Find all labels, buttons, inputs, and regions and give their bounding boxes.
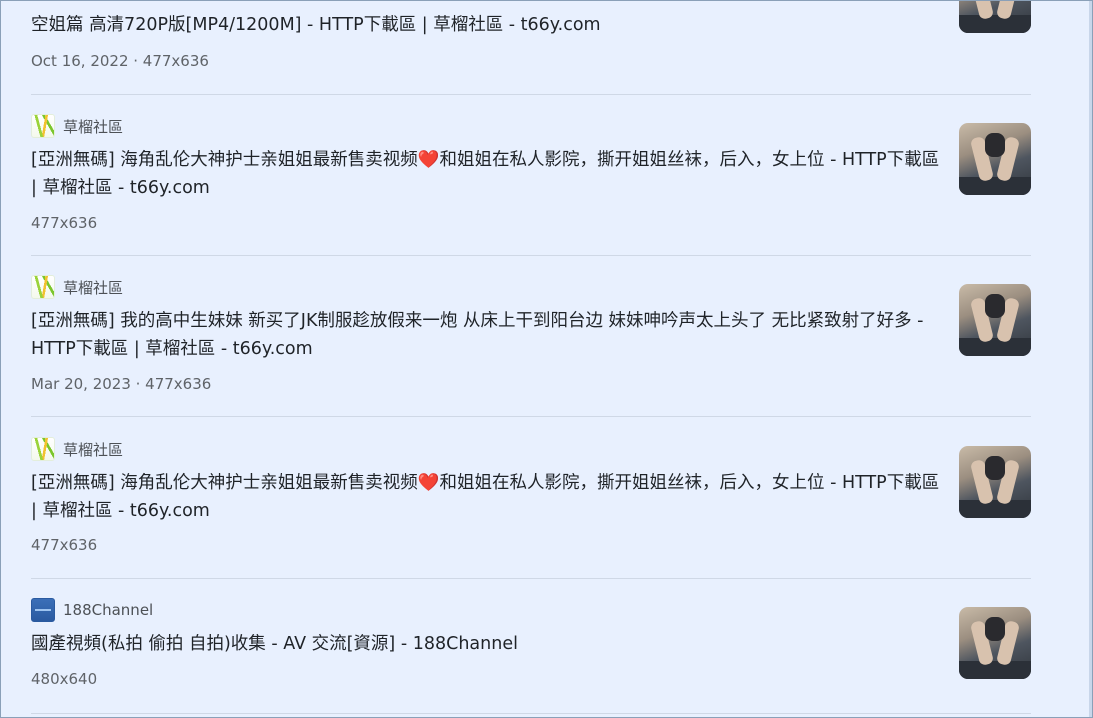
result-thumbnail[interactable] — [959, 446, 1031, 518]
result-divider — [31, 416, 1031, 417]
result-thumbnail[interactable] — [959, 1, 1031, 33]
result-title[interactable]: [亞洲無碼] 海角乱伦大神护士亲姐姐最新售卖视频❤️和姐姐在私人影院，撕开姐姐丝… — [31, 146, 941, 202]
caoliu-favicon-icon — [31, 275, 55, 299]
caoliu-favicon-icon — [31, 114, 55, 138]
result-title[interactable]: [亞洲無碼] 海角乱伦大神护士亲姐姐最新售卖视频❤️和姐姐在私人影院，撕开姐姐丝… — [31, 469, 941, 525]
caoliu-favicon-icon — [31, 437, 55, 461]
result-source-name: 草榴社區 — [63, 440, 124, 459]
result-title[interactable]: [亞洲無碼] 我的高中生妹妹 新买了JK制服趁放假来一炮 从床上干到阳台边 妹妹… — [31, 307, 941, 363]
result-source[interactable]: 草榴社區 — [31, 275, 123, 299]
result-meta: Oct 16, 2022 · 477x636 — [31, 52, 209, 70]
result-source-name: 188Channel — [63, 601, 154, 619]
result-meta: 477x636 — [31, 536, 98, 554]
result-title[interactable]: 空姐篇 高清720P版[MP4/1200M] - HTTP下載區 | 草榴社區 … — [31, 11, 941, 39]
result-thumbnail[interactable] — [959, 607, 1031, 679]
scrollbar[interactable] — [1089, 1, 1092, 717]
result-divider — [31, 94, 1031, 95]
result-divider — [31, 578, 1031, 579]
result-divider — [31, 713, 1031, 714]
result-source[interactable]: 草榴社區 — [31, 114, 123, 138]
result-source-name: 草榴社區 — [63, 117, 124, 136]
result-source[interactable]: 188Channel — [31, 598, 153, 622]
result-title[interactable]: 國產視頻(私拍 偷拍 自拍)收集 - AV 交流[資源] - 188Channe… — [31, 630, 941, 658]
result-source[interactable]: 草榴社區 — [31, 437, 123, 461]
result-divider — [31, 255, 1031, 256]
result-meta: Mar 20, 2023 · 477x636 — [31, 375, 212, 393]
result-meta: 477x636 — [31, 214, 98, 232]
result-thumbnail[interactable] — [959, 284, 1031, 356]
result-meta: 480x640 — [31, 670, 98, 688]
result-thumbnail[interactable] — [959, 123, 1031, 195]
188channel-favicon-icon — [31, 598, 55, 622]
search-results-page: 空姐篇 高清720P版[MP4/1200M] - HTTP下載區 | 草榴社區 … — [0, 0, 1093, 718]
result-source-name: 草榴社區 — [63, 278, 124, 297]
